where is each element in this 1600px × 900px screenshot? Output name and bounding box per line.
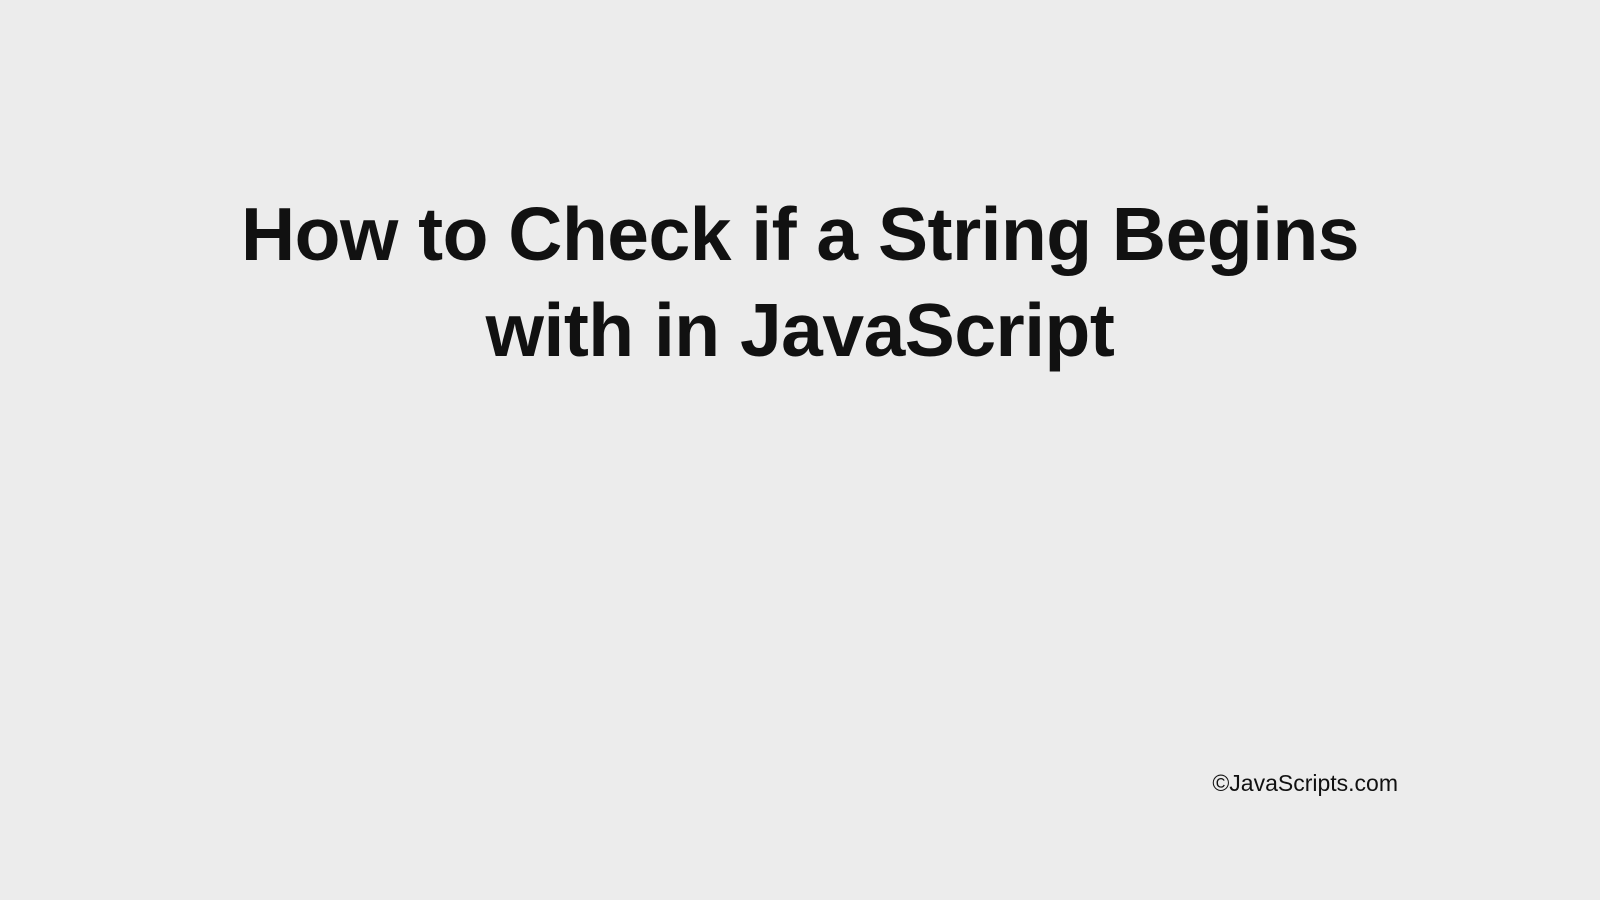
page-title: How to Check if a String Begins with in … bbox=[180, 186, 1420, 378]
title-container: How to Check if a String Begins with in … bbox=[0, 186, 1600, 378]
attribution-text: ©JavaScripts.com bbox=[1212, 770, 1398, 797]
